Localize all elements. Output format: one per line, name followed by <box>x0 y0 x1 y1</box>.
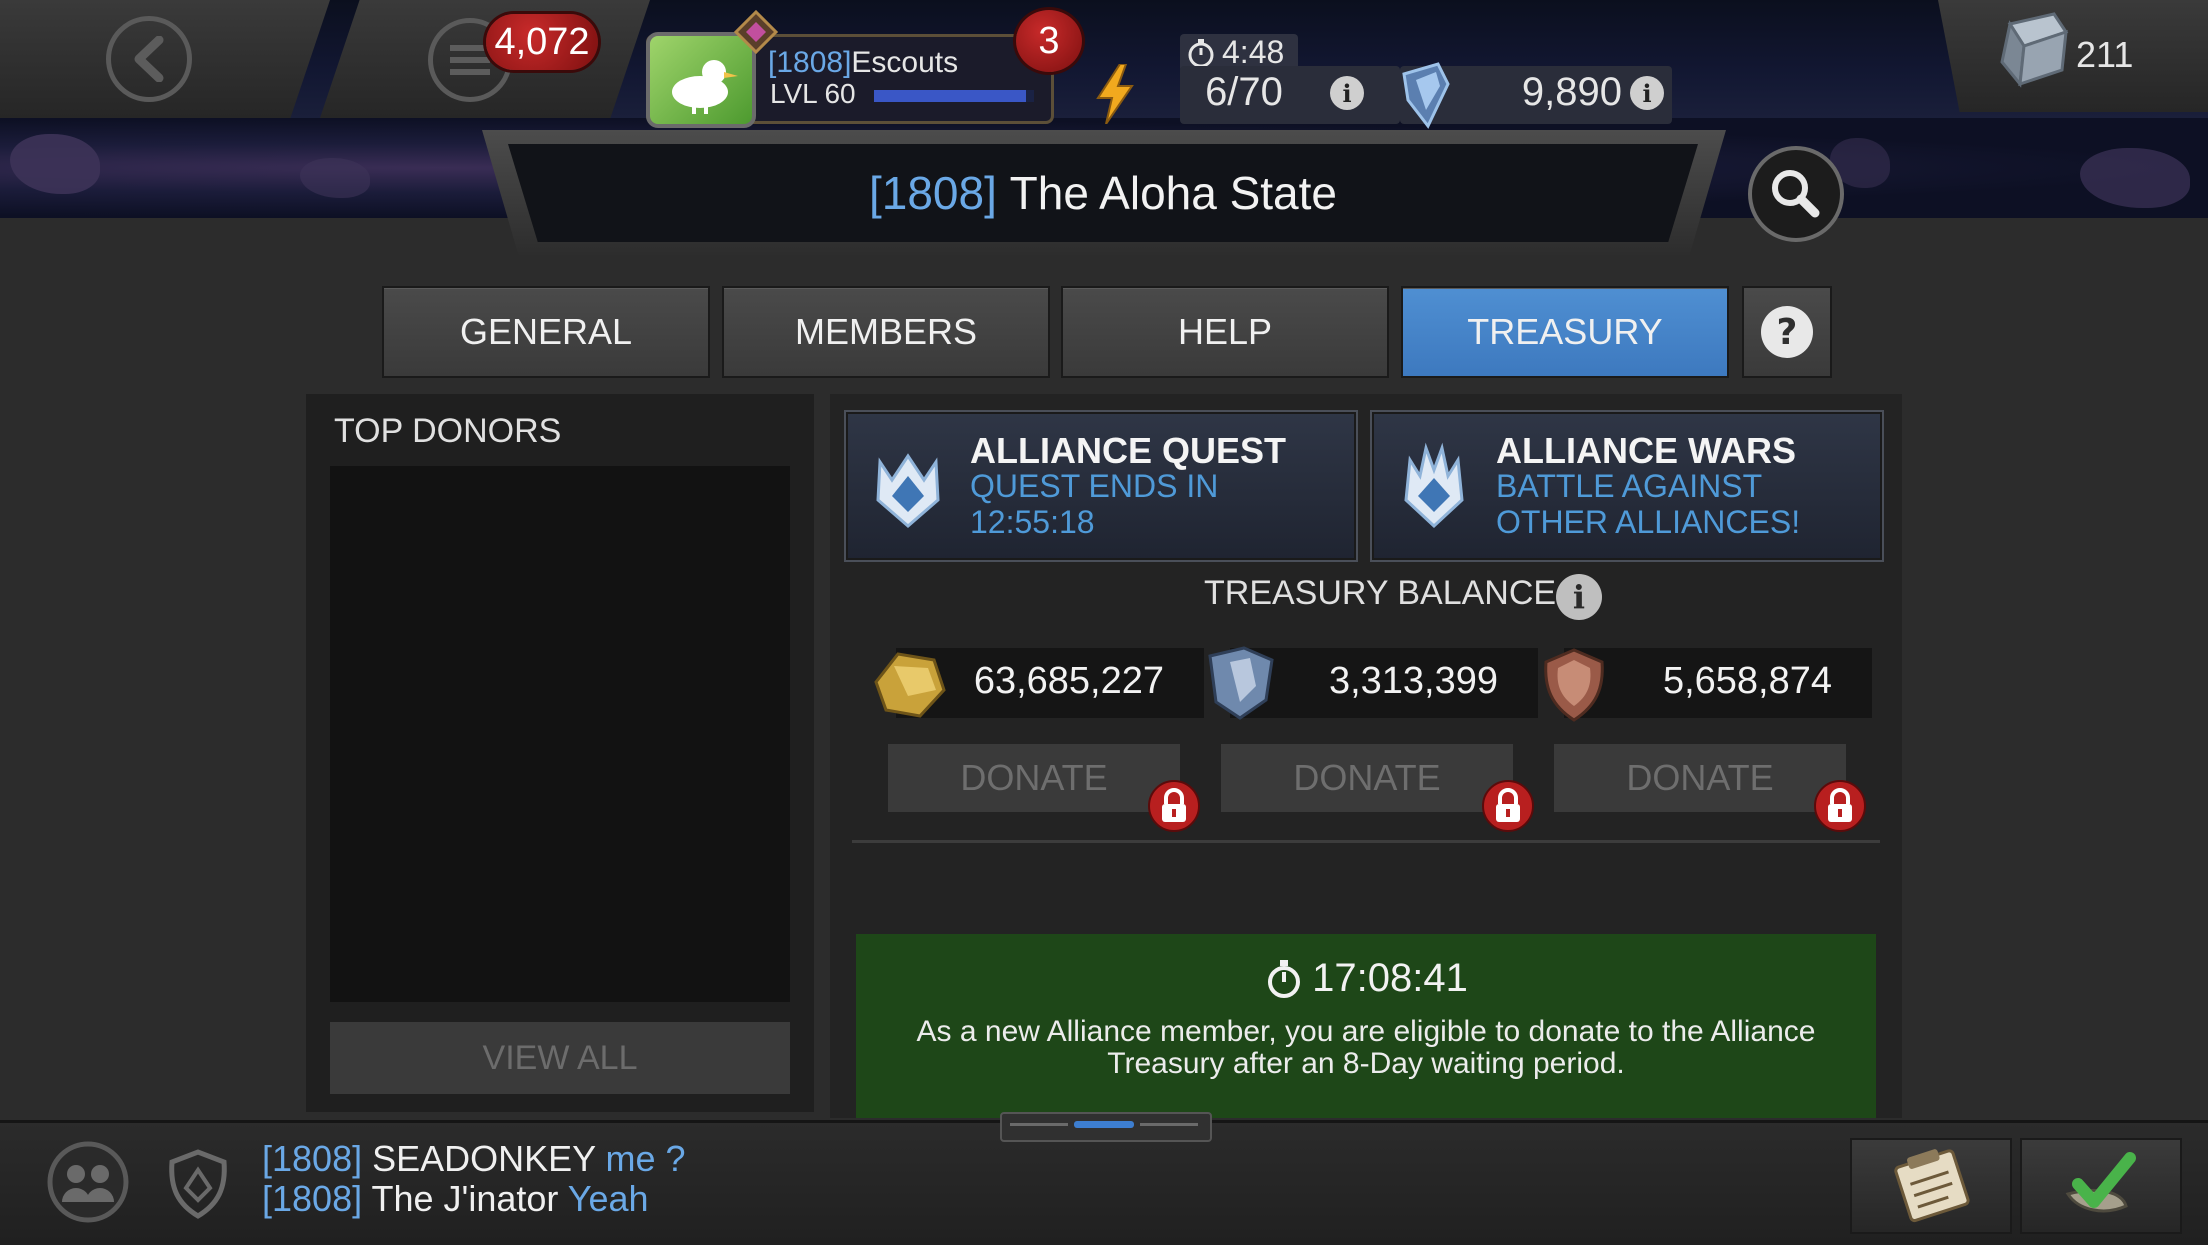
clipboard-icon <box>1894 1149 1970 1223</box>
back-button[interactable] <box>106 16 192 102</box>
chevron-left-icon <box>134 36 164 82</box>
search-icon <box>1772 170 1820 218</box>
gold-panel <box>1938 0 2208 112</box>
lock-icon <box>1482 780 1534 832</box>
lock-icon <box>1814 780 1866 832</box>
tab-help[interactable]: HELP <box>1061 286 1389 378</box>
donate-gold-button[interactable]: DONATE <box>888 744 1180 812</box>
gold-balance-value: 63,685,227 <box>973 660 1164 702</box>
view-all-button[interactable]: VIEW ALL <box>330 1022 790 1094</box>
profile-level: LVL 60 <box>770 78 856 109</box>
stopwatch-icon <box>1268 959 1301 998</box>
top-donors-title: TOP DONORS <box>334 412 562 450</box>
crystal-value: 9,890 <box>1521 70 1622 114</box>
treasury-info-icon[interactable]: i <box>1556 574 1602 620</box>
alliance-shield-icon[interactable] <box>166 1148 230 1220</box>
xp-bar <box>874 90 1026 102</box>
energy-info-icon[interactable]: i <box>1330 76 1364 110</box>
page-indicator-dot <box>1010 1123 1068 1126</box>
page-indicator-dot <box>1140 1123 1198 1126</box>
chat-message[interactable]: [1808] The J'inator Yeah <box>262 1178 649 1220</box>
search-button[interactable] <box>1748 146 1844 242</box>
crystal-info-icon[interactable]: i <box>1630 76 1664 110</box>
stopwatch-icon <box>1188 38 1214 67</box>
objectives-button[interactable] <box>2020 1138 2182 1234</box>
quest-log-button[interactable] <box>1850 1138 2012 1234</box>
alliance-quest-icon <box>876 453 940 528</box>
donate-battlechip-button[interactable]: DONATE <box>1221 744 1513 812</box>
donate-loyalty-button[interactable]: DONATE <box>1554 744 1846 812</box>
top-donors-list[interactable] <box>330 466 790 1002</box>
gold-ingot-icon <box>2000 12 2069 88</box>
question-mark-icon: ? <box>1761 306 1813 358</box>
tab-general[interactable]: GENERAL <box>382 286 710 378</box>
profile-name: [1808]Escouts <box>768 46 959 79</box>
gold-value: 211 <box>2076 34 2134 75</box>
tab-treasury[interactable]: TREASURY <box>1401 286 1729 378</box>
divider <box>852 840 1880 843</box>
alliance-wars-card[interactable]: ALLIANCE WARS BATTLE AGAINST OTHER ALLIA… <box>1370 410 1884 562</box>
page-indicator-active <box>1074 1121 1134 1128</box>
battlechip-balance-value: 3,313,399 <box>1328 660 1498 702</box>
profile-badge[interactable]: 3 <box>1016 10 1082 72</box>
alliance-wars-icon <box>1404 442 1464 529</box>
treasury-balance-label: TREASURY BALANCE <box>1204 574 1557 612</box>
menu-icon <box>450 45 490 75</box>
alliance-quest-card[interactable]: ALLIANCE QUEST QUEST ENDS IN 12:55:18 <box>844 410 1358 562</box>
notice-timer: 17:08:41 <box>856 956 1876 1001</box>
help-button[interactable]: ? <box>1742 286 1832 378</box>
checkmark-icon <box>2065 1152 2136 1213</box>
energy-value: 6/70 <box>1205 70 1283 114</box>
svg-text:?: ? <box>1777 312 1798 353</box>
tab-members[interactable]: MEMBERS <box>722 286 1050 378</box>
lock-icon <box>1148 780 1200 832</box>
energy-icon <box>1096 64 1134 124</box>
unit-crystal-icon <box>1402 62 1450 129</box>
loyalty-balance-value: 5,658,874 <box>1662 660 1832 702</box>
notice-text: As a new Alliance member, you are eligib… <box>916 1015 1816 1080</box>
chat-message[interactable]: [1808] SEADONKEY me ? <box>262 1138 686 1180</box>
alliance-members-icon[interactable] <box>46 1140 130 1224</box>
alliance-title: [1808] The Aloha State <box>868 167 1338 219</box>
notification-badge: 4,072 <box>486 14 598 70</box>
